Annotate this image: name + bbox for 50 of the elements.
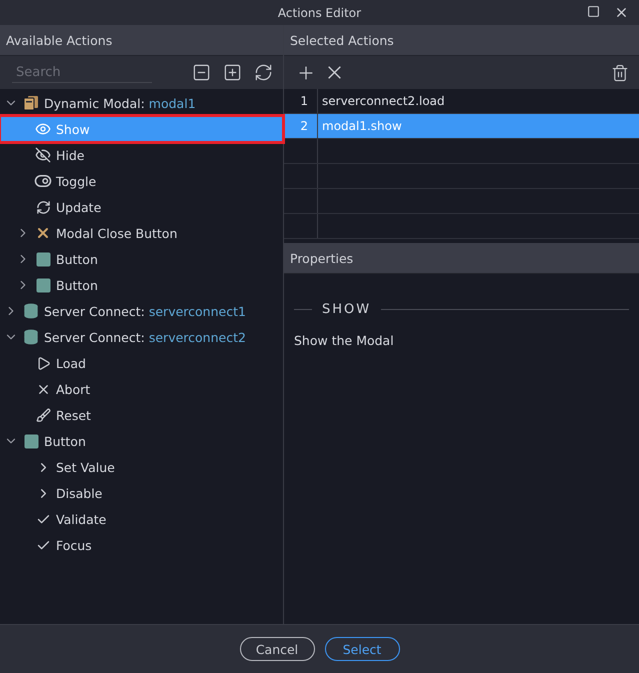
- tree-item[interactable]: Button: [0, 246, 283, 272]
- panel-header: Properties: [284, 243, 639, 274]
- row-number: 2: [284, 114, 318, 138]
- refresh-icon: [36, 200, 50, 214]
- modal-icon: [23, 95, 39, 111]
- brush-icon: [36, 408, 50, 422]
- database-icon: [23, 303, 39, 319]
- maximize-button[interactable]: [587, 5, 600, 20]
- tree-item[interactable]: Server Connect: serverconnect2: [0, 324, 283, 350]
- tree-item[interactable]: Set Value: [0, 454, 283, 480]
- toggle-icon: [34, 172, 52, 190]
- tree-item[interactable]: Modal Close Button: [0, 220, 283, 246]
- panel-header: Selected Actions: [284, 25, 639, 56]
- expand-all-button[interactable]: [223, 63, 242, 82]
- tree-item[interactable]: Update: [0, 194, 283, 220]
- collapse-all-button[interactable]: [192, 63, 211, 82]
- search-field[interactable]: Search: [0, 56, 168, 89]
- action-name: modal1.show: [321, 118, 403, 135]
- panel-header: Available Actions: [0, 25, 283, 56]
- refresh-button[interactable]: [254, 63, 273, 82]
- row-number: 1: [284, 89, 318, 113]
- tree-item[interactable]: Server Connect: serverconnect1: [0, 298, 283, 324]
- section-title: SHOW: [322, 302, 372, 317]
- delete-button[interactable]: [611, 64, 629, 82]
- eye-icon: [35, 121, 51, 137]
- close-button[interactable]: [614, 5, 629, 20]
- cross-icon: [35, 225, 51, 241]
- tree-item[interactable]: Reset: [0, 402, 283, 428]
- description: Show the Modal: [294, 333, 395, 348]
- square-icon: [36, 252, 50, 266]
- tree-item[interactable]: Dynamic Modal: modal1: [0, 90, 283, 116]
- tree-item[interactable]: Button: [0, 272, 283, 298]
- tree-item[interactable]: Focus: [0, 532, 283, 558]
- tree-item[interactable]: Toggle: [0, 168, 283, 194]
- square-icon: [36, 278, 50, 292]
- tree-item[interactable]: Disable: [0, 480, 283, 506]
- remove-button[interactable]: [328, 66, 341, 79]
- action-name: serverconnect2.load: [321, 93, 446, 110]
- play-icon: [36, 356, 50, 370]
- database-icon: [23, 329, 39, 345]
- tree-item[interactable]: Button: [0, 428, 283, 454]
- cancel-button[interactable]: Cancel: [240, 637, 314, 661]
- tree-item[interactable]: Abort: [0, 376, 283, 402]
- select-button[interactable]: Select: [324, 637, 400, 661]
- window-title: Actions Editor: [278, 6, 362, 20]
- square-icon: [24, 434, 38, 448]
- eye-off-icon: [35, 147, 51, 163]
- tree-item[interactable]: Load: [0, 350, 283, 376]
- tree-item[interactable]: Hide: [0, 142, 283, 168]
- tree-item[interactable]: Validate: [0, 506, 283, 532]
